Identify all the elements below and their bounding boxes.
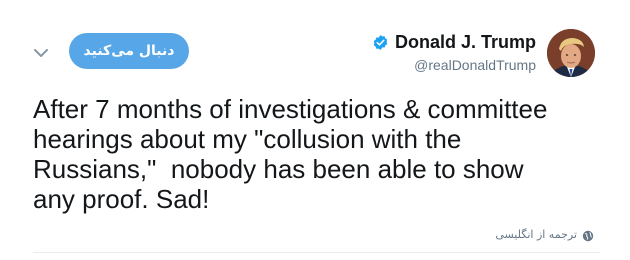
translate-link[interactable]: ترجمه از انگلیسی xyxy=(495,228,594,241)
tweet-card: دنبال می‌کنید Donald J. Trump @realDonal… xyxy=(0,0,630,260)
globe-icon xyxy=(582,229,594,241)
user-info[interactable]: Donald J. Trump @realDonaldTrump xyxy=(372,30,536,73)
tweet-text: After 7 months of investigations & commi… xyxy=(33,94,548,214)
divider xyxy=(33,252,600,253)
verified-badge-icon xyxy=(372,34,389,51)
user-handle[interactable]: @realDonaldTrump xyxy=(372,57,536,73)
chevron-down-icon[interactable] xyxy=(32,46,50,60)
following-button[interactable]: دنبال می‌کنید xyxy=(69,33,189,69)
display-name[interactable]: Donald J. Trump xyxy=(395,32,536,53)
avatar[interactable] xyxy=(547,29,595,77)
name-row: Donald J. Trump xyxy=(372,30,536,54)
translate-label[interactable]: ترجمه از انگلیسی xyxy=(495,228,577,241)
